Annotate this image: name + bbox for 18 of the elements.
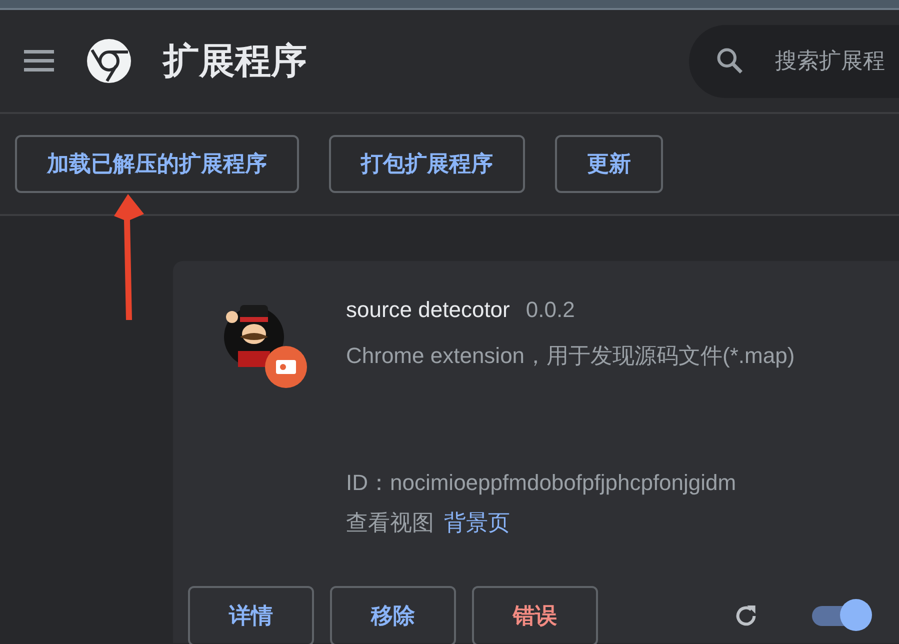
extension-description: Chrome extension，用于发现源码文件(*.map) bbox=[346, 342, 795, 370]
background-page-link[interactable]: 背景页 bbox=[444, 508, 510, 538]
extension-version: 0.0.2 bbox=[526, 297, 575, 323]
views-label: 查看视图 bbox=[346, 509, 434, 537]
errors-button[interactable]: 错误 bbox=[472, 586, 598, 644]
toolbar-button[interactable]: 加载已解压的扩展程序 bbox=[15, 135, 299, 193]
extension-id: ID：nocimioeppfmdobofpfjphcpfonjgidm bbox=[346, 469, 738, 497]
page-title: 扩展程序 bbox=[163, 38, 307, 82]
search-field[interactable]: 搜索扩展程 bbox=[773, 47, 899, 75]
enable-toggle[interactable] bbox=[812, 599, 872, 633]
browser-logo-icon bbox=[87, 39, 131, 83]
card-button[interactable]: 详情 bbox=[188, 586, 314, 644]
extension-name: source detecotor bbox=[346, 297, 510, 323]
toolbar-button[interactable]: 更新 bbox=[555, 135, 663, 193]
menu-icon[interactable] bbox=[24, 50, 54, 72]
toolbar-button[interactable]: 打包扩展程序 bbox=[329, 135, 525, 193]
search-icon bbox=[715, 46, 745, 76]
card-button[interactable]: 移除 bbox=[330, 586, 456, 644]
